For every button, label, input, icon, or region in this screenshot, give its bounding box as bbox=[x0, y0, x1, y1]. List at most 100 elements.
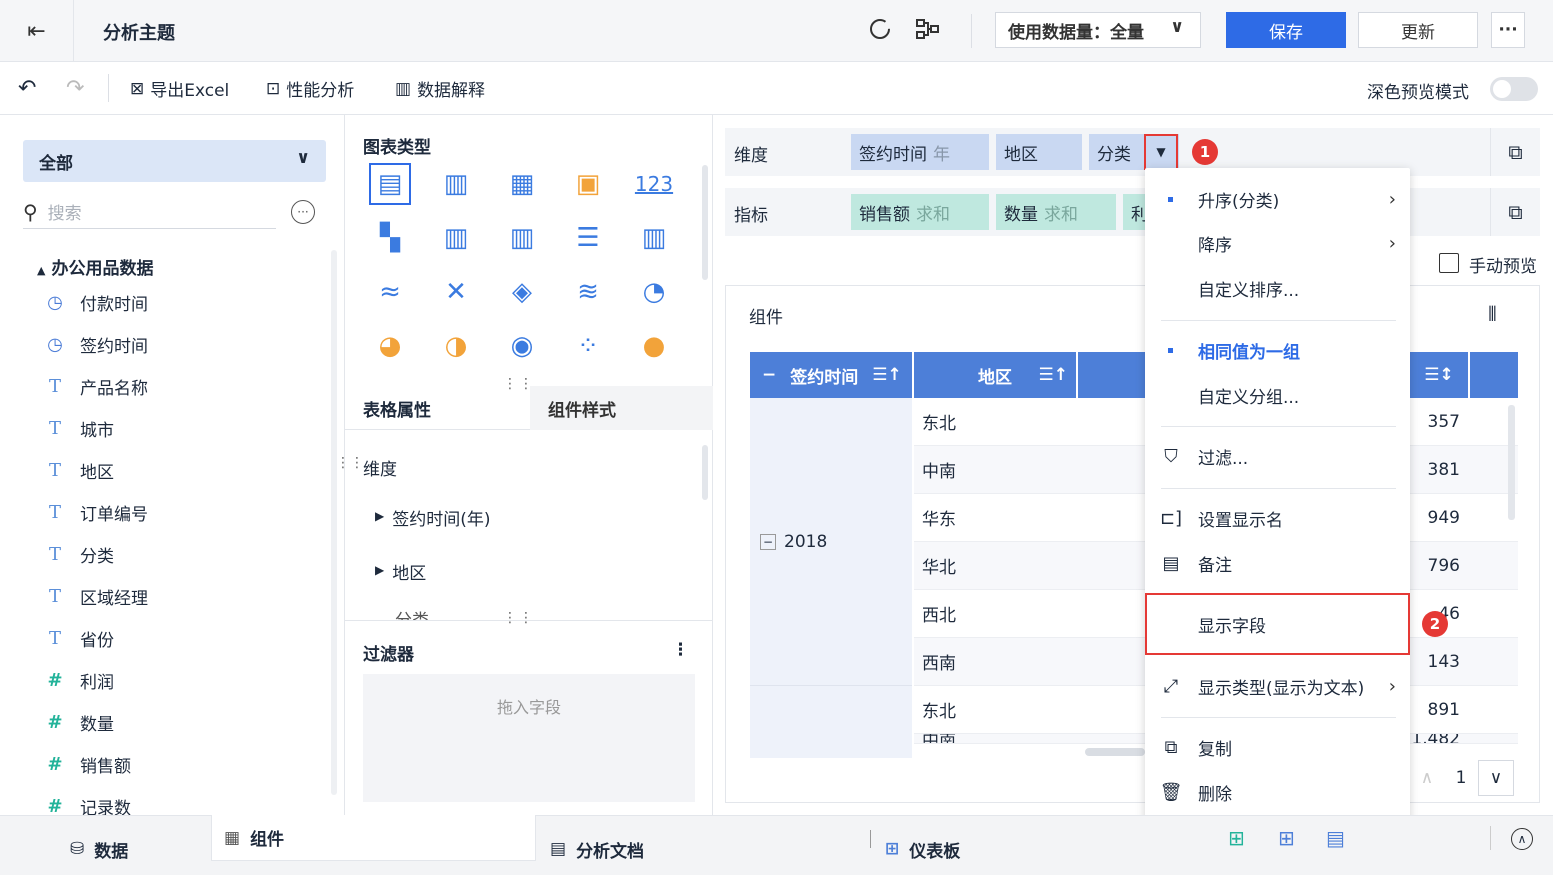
menu-divider bbox=[1161, 717, 1396, 718]
menu-item-display-type[interactable]: ⤢ 显示类型(显示为文本) › bbox=[1145, 664, 1410, 708]
year-group[interactable]: − 2018 bbox=[760, 532, 827, 552]
dim-item[interactable]: 分类 bbox=[395, 606, 429, 620]
filter-more-icon[interactable]: ⋮ bbox=[672, 640, 689, 660]
detail-table-icon[interactable]: ▦ bbox=[501, 163, 543, 205]
scatter-chart-icon[interactable]: ⁘ bbox=[567, 325, 609, 367]
table-header-time[interactable]: − 签约时间 ☰↑ bbox=[750, 352, 912, 398]
menu-item-desc[interactable]: 降序 › bbox=[1145, 221, 1410, 265]
add-dashboard-icon[interactable]: ⊞ bbox=[1278, 826, 1295, 850]
table-header-region[interactable]: 地区 ☰↑ bbox=[914, 352, 1076, 398]
multi-bar-icon[interactable]: ▥ bbox=[501, 217, 543, 259]
field-item[interactable]: T 区域经理 bbox=[44, 581, 148, 611]
bubble-chart-icon[interactable]: ● bbox=[633, 325, 675, 367]
dim-dropdown-trigger[interactable]: ▼ bbox=[1144, 134, 1178, 170]
table-chart-icon[interactable]: ▤ bbox=[369, 163, 411, 205]
add-component-icon[interactable]: ⊞ bbox=[1228, 826, 1245, 850]
measure-settings-icon[interactable]: ⧉ bbox=[1490, 188, 1540, 236]
dark-preview-toggle[interactable] bbox=[1490, 77, 1538, 101]
tab-data[interactable]: ⛁ 数据 bbox=[70, 826, 128, 872]
drag-handle[interactable]: ⋮⋮ bbox=[336, 455, 364, 471]
field-item[interactable]: T 分类 bbox=[44, 539, 114, 569]
dim-item[interactable]: ▶ 签约时间(年) bbox=[375, 505, 491, 530]
field-item[interactable]: # 销售额 bbox=[44, 749, 131, 779]
field-item[interactable]: T 产品名称 bbox=[44, 371, 148, 401]
tab-component[interactable]: ▦ 组件 bbox=[211, 815, 536, 861]
menu-item-custom-sort[interactable]: 自定义排序... bbox=[1145, 266, 1410, 310]
add-doc-icon[interactable]: ▤ bbox=[1326, 826, 1345, 850]
manual-preview-checkbox[interactable] bbox=[1439, 253, 1459, 273]
tab-comp-style[interactable]: 组件样式 bbox=[530, 386, 713, 430]
menu-item-show-field[interactable]: 显示字段 bbox=[1145, 593, 1410, 655]
menu-item-filter[interactable]: ⛉ 过滤... bbox=[1145, 434, 1410, 478]
waterfall-icon[interactable]: ☰ bbox=[567, 217, 609, 259]
menu-item-asc[interactable]: 升序(分类) › bbox=[1145, 177, 1410, 221]
dimension-settings-icon[interactable]: ⧉ bbox=[1490, 128, 1540, 176]
filter-drop-zone[interactable]: 拖入字段 bbox=[363, 674, 695, 802]
menu-item-note[interactable]: ▤ 备注 bbox=[1145, 541, 1410, 585]
scrollbar[interactable] bbox=[702, 165, 708, 280]
save-button[interactable]: 保存 bbox=[1226, 12, 1346, 48]
page-next-icon[interactable]: ∨ bbox=[1478, 760, 1514, 796]
redo-icon[interactable]: ↷ bbox=[66, 76, 84, 101]
dim-pill-sign-time[interactable]: 签约时间年 bbox=[851, 134, 989, 170]
gauge-chart-icon[interactable]: ◔ bbox=[633, 271, 675, 313]
kpi-card-icon[interactable]: ▣ bbox=[567, 163, 609, 205]
tab-table-props[interactable]: 表格属性 bbox=[345, 386, 530, 430]
menu-item-same-group[interactable]: 相同值为一组 bbox=[1145, 328, 1410, 372]
hierarchy-icon[interactable] bbox=[915, 17, 941, 47]
barcode-icon[interactable]: ⦀ bbox=[1488, 302, 1497, 326]
field-item[interactable]: T 地区 bbox=[44, 455, 114, 485]
field-item[interactable]: # 利润 bbox=[44, 665, 114, 695]
menu-item-custom-group[interactable]: 自定义分组... bbox=[1145, 373, 1410, 417]
radar-line-icon[interactable]: ✕ bbox=[435, 271, 477, 313]
menu-item-copy[interactable]: ⧉ 复制 bbox=[1145, 725, 1410, 769]
menu-item-delete[interactable]: 🗑 删除 bbox=[1145, 770, 1410, 814]
tab-analysis-doc[interactable]: ▤ 分析文档 bbox=[550, 826, 644, 872]
scrollbar[interactable] bbox=[331, 250, 337, 795]
v-scrollbar[interactable] bbox=[1508, 405, 1515, 520]
more-button[interactable]: ··· bbox=[1491, 12, 1525, 48]
pie-chart-icon[interactable]: ◕ bbox=[369, 325, 411, 367]
menu-item-set-display-name[interactable]: ⊏] 设置显示名 bbox=[1145, 496, 1410, 540]
cross-table-icon[interactable]: ▥ bbox=[435, 163, 477, 205]
field-item[interactable]: T 城市 bbox=[44, 413, 114, 443]
field-item[interactable]: ◷ 付款时间 bbox=[44, 287, 148, 317]
column-chart-icon[interactable]: ▥ bbox=[633, 217, 675, 259]
undo-icon[interactable]: ↶ bbox=[18, 76, 36, 101]
all-select[interactable]: 全部 ∨ bbox=[23, 140, 326, 182]
measure-pill-sales[interactable]: 销售额 求和 bbox=[851, 194, 989, 230]
refresh-icon[interactable] bbox=[868, 17, 892, 47]
donut-chart-icon[interactable]: ◉ bbox=[501, 325, 543, 367]
scrollbar[interactable] bbox=[702, 445, 708, 500]
search-input[interactable]: ⚲ 搜索 bbox=[23, 195, 276, 229]
table-header-value[interactable]: ☰↕ bbox=[1410, 352, 1468, 398]
field-item[interactable]: T 订单编号 bbox=[44, 497, 148, 527]
tab-dashboard[interactable]: ⊞ 仪表板 bbox=[885, 826, 960, 872]
exit-icon[interactable]: ⇤ bbox=[0, 0, 74, 62]
dim-pill-region[interactable]: 地区 bbox=[996, 134, 1082, 170]
dim-item[interactable]: ▶ 地区 bbox=[375, 559, 426, 584]
radar-chart-icon[interactable]: ◈ bbox=[501, 271, 543, 313]
data-usage-select[interactable]: 使用数据量：全量 ∨ bbox=[995, 12, 1201, 48]
export-excel-button[interactable]: ⊠ 导出Excel bbox=[130, 76, 229, 102]
measure-pill-qty[interactable]: 数量 求和 bbox=[996, 194, 1116, 230]
field-item[interactable]: T 省份 bbox=[44, 623, 114, 653]
field-item[interactable]: ◷ 签约时间 bbox=[44, 329, 148, 359]
field-group[interactable]: ▲ 办公用品数据 bbox=[37, 254, 153, 279]
rose-chart-icon[interactable]: ◑ bbox=[435, 325, 477, 367]
table-header-cat[interactable] bbox=[1078, 352, 1146, 398]
field-item[interactable]: # 数量 bbox=[44, 707, 114, 737]
area-chart-icon[interactable]: ≋ bbox=[567, 271, 609, 313]
page-prev-icon[interactable]: ∧ bbox=[1410, 768, 1444, 788]
more-icon[interactable]: ··· bbox=[291, 200, 315, 224]
data-explain-button[interactable]: ▥ 数据解释 bbox=[395, 76, 485, 102]
line-chart-icon[interactable]: ≈ bbox=[369, 271, 411, 313]
perf-analysis-button[interactable]: ⊡ 性能分析 bbox=[266, 76, 354, 102]
collapse-up-icon[interactable]: ∧ bbox=[1511, 828, 1533, 850]
number-card-icon[interactable]: 123 bbox=[633, 163, 675, 205]
update-button[interactable]: 更新 bbox=[1358, 12, 1478, 48]
drag-handle[interactable]: ⋮⋮ bbox=[503, 610, 535, 626]
h-scrollbar[interactable] bbox=[1085, 748, 1145, 756]
grouped-bar-icon[interactable]: ▚ bbox=[369, 217, 411, 259]
stacked-bar-icon[interactable]: ▥ bbox=[435, 217, 477, 259]
